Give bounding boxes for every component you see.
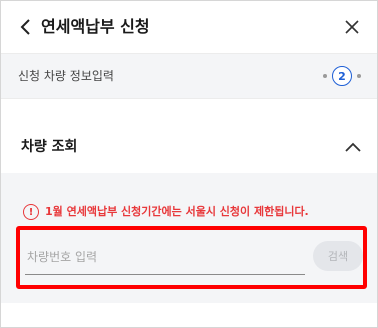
step-bar: 신청 차량 정보입력 2 [1,53,377,99]
step-dot [357,74,361,78]
page-title: 연세액납부 신청 [41,17,150,36]
warning-text: 1월 연세액납부 신청기간에는 서울시 신청이 제한됩니다. [45,205,309,218]
app-frame: 연세액납부 신청 신청 차량 정보입력 2 차량 조회 ! 1월 연세액납부 신… [0,0,378,328]
step-indicator: 2 [323,66,361,86]
search-button[interactable]: 검색 [313,241,363,271]
chevron-up-icon [345,142,361,152]
search-row: 검색 [25,239,369,279]
warning-notice: ! 1월 연세액납부 신청기간에는 서울시 신청이 제한됩니다. [23,204,309,220]
collapse-button[interactable] [343,137,363,157]
current-step-badge: 2 [332,66,352,86]
step-label: 신청 차량 정보입력 [18,69,114,83]
vehicle-lookup-section-header[interactable]: 차량 조회 [1,123,377,171]
back-button[interactable] [15,16,37,38]
chevron-left-icon [20,19,30,35]
section-title: 차량 조회 [21,139,78,155]
step-dot [323,74,327,78]
vehicle-lookup-panel: ! 1월 연세액납부 신청기간에는 서울시 신청이 제한됩니다. 검색 [1,173,377,303]
close-icon [345,20,359,34]
alert-icon: ! [23,204,39,220]
close-button[interactable] [341,16,363,38]
vehicle-number-input[interactable] [25,239,305,275]
header: 연세액납부 신청 [1,1,377,53]
